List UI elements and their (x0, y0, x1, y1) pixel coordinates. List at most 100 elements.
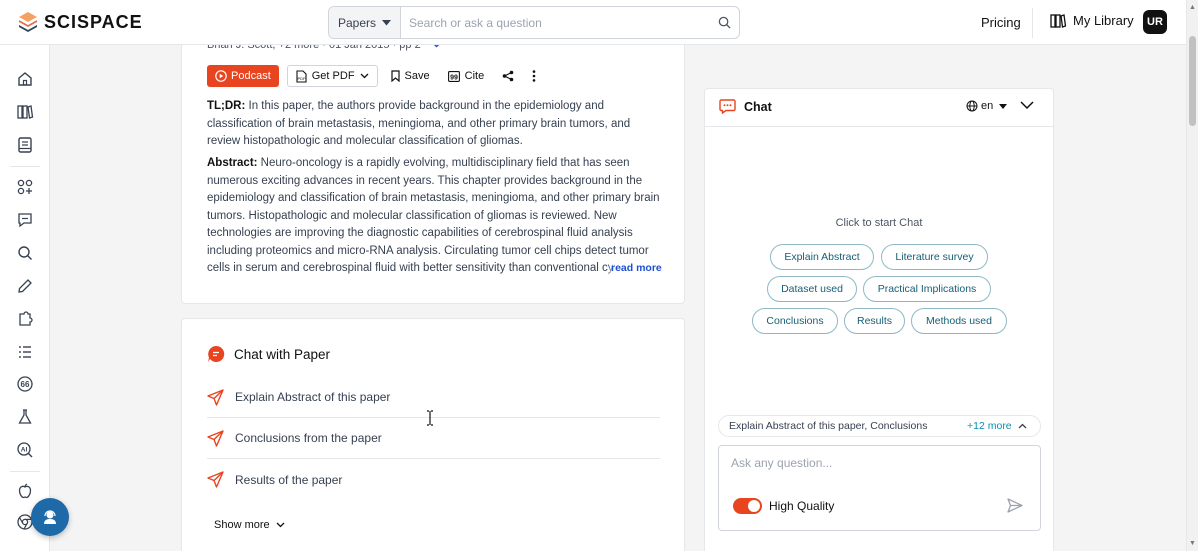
chat-prompt-label: Conclusions from the paper (235, 431, 382, 445)
ai-detector-icon[interactable]: AI (16, 441, 34, 459)
tldr-label: TL;DR: (207, 100, 246, 112)
search-input[interactable] (401, 15, 709, 30)
chat-bubble-icon (208, 345, 225, 362)
suggestion-chip[interactable]: Conclusions (752, 308, 838, 334)
user-avatar[interactable]: UR (1143, 10, 1167, 34)
support-chat-button[interactable] (31, 498, 69, 536)
get-pdf-label: Get PDF (311, 70, 355, 82)
abstract-paragraph: Abstract: Neuro-oncology is a rapidly ev… (207, 155, 665, 277)
tldr-paragraph: TL;DR: In this paper, the authors provid… (207, 98, 665, 151)
logo[interactable]: SCISPACE (18, 11, 143, 33)
chat-with-paper-header: Chat with Paper (207, 345, 330, 363)
notebook-icon[interactable] (16, 136, 34, 154)
chat-input-box: High Quality (718, 445, 1041, 531)
suggestion-chip[interactable]: Literature survey (881, 244, 988, 270)
podcast-label: Podcast (231, 70, 271, 82)
more-options-button[interactable] (527, 65, 541, 87)
search-type-label: Papers (337, 15, 377, 30)
cite-label: Cite (464, 70, 485, 82)
chevron-up-icon (1018, 423, 1027, 429)
suggestion-chip[interactable]: Dataset used (767, 276, 857, 302)
my-library-button[interactable]: My Library (1050, 13, 1134, 28)
share-icon (502, 70, 514, 82)
scroll-up-arrow-icon[interactable]: ▲ (1189, 4, 1196, 11)
cite-button[interactable]: 99 Cite (443, 65, 490, 87)
high-quality-toggle[interactable] (733, 498, 762, 514)
svg-text:AI: AI (21, 447, 28, 454)
chat-prompt-item[interactable]: Results of the paper (207, 459, 660, 500)
more-suggestions-toggle[interactable]: +12 more (967, 420, 1027, 432)
search-icon[interactable] (16, 244, 34, 262)
language-label: en (981, 100, 994, 112)
get-pdf-button[interactable]: PDF Get PDF (286, 65, 378, 87)
text-cursor-icon (427, 410, 433, 426)
suggestion-chip[interactable]: Practical Implications (863, 276, 991, 302)
share-button[interactable] (497, 65, 519, 87)
chat-panel-header: Chat en (705, 89, 1053, 127)
save-label: Save (404, 70, 430, 82)
edit-icon[interactable] (16, 277, 34, 295)
scrollbar-thumb[interactable] (1189, 36, 1196, 126)
bookmark-icon (390, 70, 400, 82)
show-more-label: Show more (214, 519, 270, 531)
podcast-button[interactable]: Podcast (207, 65, 279, 87)
more-vertical-icon (532, 70, 536, 82)
page-scrollbar[interactable]: ▲ ▼ (1186, 0, 1198, 551)
send-icon[interactable] (1007, 498, 1023, 513)
extension-icon[interactable] (16, 310, 34, 328)
abstract-text: Neuro-oncology is a rapidly evolving, mu… (207, 157, 660, 274)
language-selector[interactable]: en (966, 100, 1008, 112)
selected-suggestions-bar[interactable]: Explain Abstract of this paper, Conclusi… (718, 415, 1041, 437)
chevron-down-icon[interactable] (1020, 101, 1034, 110)
my-library-label: My Library (1073, 13, 1134, 28)
paper-toolbar: Podcast PDF Get PDF Save 99 Cite (207, 65, 541, 87)
caret-down-icon (382, 19, 392, 25)
chat-panel: Chat en Click to start Chat Explain Abst… (704, 88, 1054, 551)
library-icon[interactable] (16, 103, 34, 121)
suggestion-chip[interactable]: Methods used (911, 308, 1007, 334)
search-icon (718, 16, 731, 29)
chat-with-paper-title: Chat with Paper (234, 346, 331, 362)
chevron-down-icon (360, 73, 369, 79)
paper-details-card: Brian J. Scott, +2 more · 01 Jan 2015 · … (181, 20, 685, 304)
globe-icon (966, 100, 978, 112)
pricing-link[interactable]: Pricing (981, 15, 1021, 30)
abstract-label: Abstract: (207, 157, 258, 169)
selected-suggestions-text: Explain Abstract of this paper, Conclusi… (729, 420, 928, 432)
sidebar-divider (10, 166, 40, 167)
save-button[interactable]: Save (386, 65, 435, 87)
chat-with-paper-card: Chat with Paper Explain Abstract of this… (181, 318, 685, 551)
scroll-down-arrow-icon[interactable]: ▼ (1189, 540, 1196, 547)
apps-icon[interactable] (16, 178, 34, 196)
home-icon[interactable] (16, 70, 34, 88)
chat-prompt-label: Explain Abstract of this paper (235, 390, 391, 404)
flask-icon[interactable] (16, 408, 34, 426)
send-icon (207, 429, 224, 447)
chat-start-hint: Click to start Chat (835, 217, 923, 229)
show-more-button[interactable]: Show more (214, 519, 285, 531)
high-quality-toggle-row: High Quality (733, 498, 834, 514)
caret-down-icon (999, 103, 1008, 109)
suggestion-chip[interactable]: Explain Abstract (770, 244, 874, 270)
chat-bubble-icon (719, 99, 736, 114)
search-type-dropdown[interactable]: Papers (329, 7, 401, 38)
svg-text:PDF: PDF (297, 76, 306, 81)
pdf-icon: PDF (296, 69, 307, 83)
suggestion-chip[interactable]: Results (844, 308, 905, 334)
left-sidebar: 66 AI (0, 45, 50, 551)
chat-question-input[interactable] (731, 456, 1011, 470)
chat-icon[interactable] (16, 211, 34, 229)
apple-icon[interactable] (16, 482, 34, 500)
logo-text: SCISPACE (44, 11, 143, 32)
play-icon (215, 70, 227, 82)
list-icon[interactable] (16, 343, 34, 361)
quote-icon: 99 (447, 70, 460, 82)
citation-icon[interactable]: 66 (16, 375, 34, 393)
search-button[interactable] (709, 16, 739, 29)
chat-prompt-label: Results of the paper (235, 472, 343, 487)
sidebar-divider (10, 471, 40, 472)
chevron-down-icon (276, 522, 285, 528)
header-divider (1032, 8, 1033, 38)
library-icon (1050, 14, 1066, 28)
read-more-link[interactable]: read more (607, 262, 662, 274)
